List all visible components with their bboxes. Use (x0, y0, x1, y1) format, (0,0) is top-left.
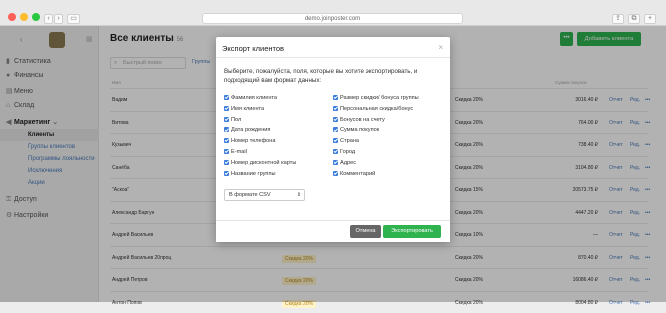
field-label: Номер дисконтной карты (231, 159, 297, 166)
export-field-checkbox[interactable]: Персональная скидка/бонус (333, 105, 414, 112)
field-label: Адрес (340, 159, 357, 166)
forward-icon[interactable]: › (54, 14, 63, 24)
sidebar-toggle-icon[interactable]: ▭ (67, 14, 80, 24)
export-field-checkbox[interactable]: Страна (333, 138, 359, 144)
export-field-checkbox[interactable]: Бонусов на счету (333, 116, 385, 123)
field-label: Пол (231, 116, 242, 123)
field-label: Сумма покупок (340, 127, 380, 134)
format-select[interactable]: В формате CSV ⇕ (224, 189, 305, 201)
export-field-checkbox[interactable]: Дата рождения (224, 127, 270, 133)
export-field-checkbox[interactable]: Комментарий (333, 170, 376, 177)
field-label: Комментарий (340, 170, 376, 177)
minimize-window-icon[interactable] (20, 13, 28, 21)
checkbox-checked-icon[interactable] (224, 138, 229, 144)
checkbox-checked-icon[interactable] (333, 95, 338, 100)
maximize-window-icon[interactable] (32, 13, 40, 21)
back-icon[interactable]: ‹ (44, 14, 53, 24)
close-icon[interactable]: × (438, 43, 443, 52)
select-arrows-icon: ⇕ (296, 192, 301, 198)
export-field-checkbox[interactable]: Размер скидки/ бонуса группы (333, 95, 419, 101)
field-label: Название группы (231, 170, 276, 177)
checkbox-checked-icon[interactable] (224, 95, 229, 100)
checkbox-checked-icon[interactable] (333, 127, 338, 133)
checkbox-checked-icon[interactable] (224, 149, 229, 154)
cancel-button[interactable]: Отмена (350, 225, 381, 238)
export-field-checkbox[interactable]: Название группы (224, 170, 276, 177)
export-modal: Экспорт клиентов × Выберите, пожалуйста,… (216, 37, 450, 242)
close-window-icon[interactable] (8, 13, 16, 21)
checkbox-checked-icon[interactable] (224, 159, 229, 165)
field-label: Персональная скидка/бонус (340, 105, 414, 112)
export-field-checkbox[interactable]: Номер дисконтной карты (224, 159, 297, 166)
export-field-checkbox[interactable]: Город (333, 149, 355, 155)
tabs-icon[interactable]: ⧉ (628, 14, 640, 24)
export-field-checkbox[interactable]: Пол (224, 116, 242, 123)
checkbox-checked-icon[interactable] (333, 149, 338, 154)
checkbox-checked-icon[interactable] (224, 105, 229, 111)
checkbox-checked-icon[interactable] (333, 159, 338, 165)
field-label: Город (340, 149, 356, 155)
field-label: Фамилия клиента (231, 95, 278, 101)
field-label: E-mail (231, 149, 247, 155)
export-field-checkbox[interactable]: Сумма покупок (333, 127, 379, 133)
browser-toolbar: ‹ › ▭ demo.joinposter.com ⇪ ⧉ + (0, 0, 666, 26)
url-bar[interactable]: demo.joinposter.com (202, 13, 463, 24)
share-icon[interactable]: ⇪ (612, 14, 624, 24)
field-label: Имя клиента (231, 105, 265, 112)
checkbox-checked-icon[interactable] (224, 127, 229, 133)
field-label: Размер скидки/ бонуса группы (340, 95, 419, 101)
checkbox-checked-icon[interactable] (333, 116, 338, 122)
export-field-checkbox[interactable]: Номер телефона (224, 138, 276, 144)
field-label: Номер телефона (231, 138, 276, 145)
checkbox-checked-icon[interactable] (333, 105, 338, 111)
checkbox-checked-icon[interactable] (224, 116, 229, 122)
checkbox-checked-icon[interactable] (333, 170, 338, 176)
export-field-checkbox[interactable]: Фамилия клиента (224, 95, 277, 101)
checkbox-checked-icon[interactable] (333, 138, 338, 144)
field-label: Дата рождения (231, 127, 271, 134)
modal-title: Экспорт клиентов (222, 44, 285, 53)
modal-intro: Выберите, пожалуйста, поля, которые вы х… (224, 68, 418, 84)
field-label: Бонусов на счету (340, 116, 385, 123)
export-field-checkbox[interactable]: Адрес (333, 159, 357, 166)
export-field-checkbox[interactable]: E-mail (224, 149, 247, 155)
field-label: Страна (340, 138, 360, 145)
checkbox-checked-icon[interactable] (224, 170, 229, 176)
export-field-checkbox[interactable]: Имя клиента (224, 105, 265, 112)
export-button[interactable]: Экспортировать (383, 225, 441, 238)
new-tab-icon[interactable]: + (644, 14, 656, 24)
